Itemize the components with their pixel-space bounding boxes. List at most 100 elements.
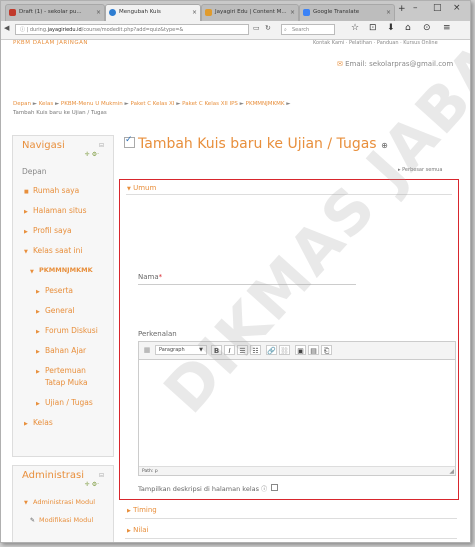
extension-icon[interactable]: ⊙ <box>423 23 431 33</box>
link-button[interactable]: 🔗 <box>266 345 277 355</box>
italic-button[interactable]: I <box>224 345 235 355</box>
admin-item-edit-settings[interactable]: ✎ Modifikasi Modul <box>13 510 113 528</box>
nav-item-kelas-saat-ini[interactable]: ▼ Kelas saat ini <box>13 242 113 262</box>
nav-item-profil-saya[interactable]: ▶ Profil saya <box>13 222 113 242</box>
breadcrumb-item[interactable]: Paket C Kelas XII IPS <box>182 101 238 107</box>
email-link[interactable]: ✉ Email: sekolarpras@gmail.com <box>337 60 453 68</box>
block-actions-icon[interactable]: ✛ ⚙· <box>13 481 113 488</box>
toolbar-toggle-icon[interactable]: ▦ <box>142 345 152 355</box>
close-icon[interactable]: × <box>192 5 197 20</box>
breadcrumb-item[interactable]: PKMMNJMKMK <box>246 101 285 107</box>
site-name[interactable]: PKBM DALAM JARINGAN <box>13 40 88 46</box>
quiz-icon <box>124 135 135 148</box>
expand-arrow-icon: ▶ <box>36 349 40 355</box>
help-icon[interactable]: ⓘ <box>261 486 267 493</box>
close-window-button[interactable]: × <box>453 3 461 13</box>
tab-jayagiri[interactable]: Jayagiri Edu | Content M... × <box>201 4 299 21</box>
breadcrumb-item[interactable]: Paket C Kelas XI <box>131 101 175 107</box>
collapse-arrow-icon: ▼ <box>24 500 28 506</box>
nav-item-halaman-situs[interactable]: ▶ Halaman situs <box>13 202 113 222</box>
unlink-button[interactable]: ⛓ <box>279 345 290 355</box>
site-contact-links[interactable]: Kontak Kami · Pelatihan · Panduan · Kurs… <box>313 40 438 46</box>
nav-item-peserta[interactable]: ▶ Peserta <box>13 282 113 302</box>
media-button[interactable]: ▤ <box>308 345 319 355</box>
file-button[interactable]: ⎗ <box>321 345 332 355</box>
expand-arrow-icon: ▶ <box>24 421 28 427</box>
tab-mengubah-kuis[interactable]: Mengubah Kuis × <box>105 4 201 21</box>
menu-icon[interactable]: ≡ <box>443 23 451 33</box>
bookmark-star-icon[interactable]: ☆ <box>351 23 359 33</box>
navigation-tree: Depan ■ Rumah saya ▶ Halaman situs ▶ Profil… <box>13 158 113 434</box>
page-content: PKBM DALAM JARINGAN Kontak Kami · Pelati… <box>1 1 470 542</box>
help-icon[interactable]: ⊕ <box>381 141 388 150</box>
breadcrumb-item[interactable]: Depan <box>13 101 31 107</box>
close-icon[interactable]: × <box>96 5 101 20</box>
nav-item-forum-diskusi[interactable]: ▶ Forum Diskusi <box>13 322 113 342</box>
resize-handle-icon[interactable]: ◢ <box>449 468 454 475</box>
nav-item-course[interactable]: ▼ PKMMNJMKMK <box>13 262 113 282</box>
site-header: PKBM DALAM JARINGAN Kontak Kami · Pelati… <box>1 40 470 52</box>
breadcrumb-item[interactable]: Kelas <box>39 101 53 107</box>
browser-window: Draft (1) - sekolar pu... × Mengubah Kui… <box>0 0 471 543</box>
collapse-arrow-icon: ▼ <box>24 249 28 255</box>
editor-toolbar: ▦ Paragraph ▼ B I ☰ ☷ 🔗 ⛓ ▣ ▤ ⎗ <box>139 342 455 360</box>
expand-arrow-icon: ▶ <box>36 369 40 375</box>
nav-item-bahan-ajar[interactable]: ▶ Bahan Ajar <box>13 342 113 362</box>
breadcrumb-item[interactable]: PKBM-Menu U Mukmin <box>61 101 123 107</box>
block-actions-icon[interactable]: ✛ ⚙· <box>13 151 113 158</box>
required-icon: * <box>158 273 163 281</box>
administration-tree: ▼ Administrasi Modul ✎ Modifikasi Modul <box>13 488 113 528</box>
reader-icon[interactable]: ▭ <box>253 24 260 32</box>
show-description-checkbox[interactable] <box>271 484 279 491</box>
tab-draft[interactable]: Draft (1) - sekolar pu... × <box>5 4 105 21</box>
nav-item-depan[interactable]: Depan <box>13 158 113 181</box>
grade-section-toggle[interactable]: ▶ Nilai <box>127 526 148 534</box>
gmail-icon <box>9 9 16 16</box>
nav-item-pertemuan[interactable]: ▶ Pertemuan <box>13 362 113 377</box>
timing-section-toggle[interactable]: ▶ Timing <box>127 506 157 514</box>
nav-item-general[interactable]: ▶ General <box>13 302 113 322</box>
bullet-list-button[interactable]: ☰ <box>237 345 248 355</box>
new-tab-button[interactable]: + <box>398 4 406 14</box>
expand-arrow-icon: ▶ <box>36 329 40 335</box>
minimize-button[interactable]: – <box>413 3 418 13</box>
administration-block: Administrasi ⊟ ✛ ⚙· ▼ Administrasi Modul … <box>12 465 114 542</box>
dock-icon[interactable]: ⊟ <box>99 142 104 149</box>
image-button[interactable]: ▣ <box>295 345 306 355</box>
divider <box>125 538 457 539</box>
close-icon[interactable]: × <box>386 5 391 20</box>
url-field[interactable]: ⓘ | during.jayagiriedu.id/course/modedit… <box>15 24 249 35</box>
bold-button[interactable]: B <box>211 345 222 355</box>
nav-item-rumah-saya[interactable]: ■ Rumah saya <box>13 181 113 202</box>
general-section-toggle[interactable]: ▼ Umum <box>127 184 156 192</box>
numbered-list-button[interactable]: ☷ <box>250 345 261 355</box>
download-icon[interactable]: ⬇ <box>387 23 395 33</box>
expand-all-link[interactable]: ▸ Perbesar semua <box>398 167 442 173</box>
admin-item-module[interactable]: ▼ Administrasi Modul <box>13 488 113 510</box>
dock-icon[interactable]: ⊟ <box>99 472 104 479</box>
expand-arrow-icon: ▶ <box>24 229 28 235</box>
tab-google-translate[interactable]: Google Translate × <box>299 4 395 21</box>
back-icon[interactable]: ◀ <box>4 24 9 32</box>
maximize-button[interactable]: □ <box>433 3 442 13</box>
nav-item-ujian-tugas[interactable]: ▶ Ujian / Tugas <box>13 394 113 414</box>
show-description-row: Tampilkan deskripsi di halaman kelas ⓘ <box>138 484 279 493</box>
breadcrumb-current: Tambah Kuis baru ke Ujian / Tugas <box>13 110 107 116</box>
nav-item-kelas[interactable]: ▶ Kelas <box>13 414 113 434</box>
search-input[interactable]: ⌕ Search <box>281 24 335 35</box>
expand-arrow-icon: ▶ <box>36 401 40 407</box>
search-icon: ⌕ <box>284 27 287 33</box>
page-title: Tambah Kuis baru ke Ujian / Tugas ⊕ <box>124 135 388 152</box>
general-section: ▼ Umum Nama* Perkenalan ▦ Paragraph ▼ B I… <box>119 179 459 500</box>
home-icon[interactable]: ⌂ <box>405 23 411 33</box>
description-editor[interactable]: ▦ Paragraph ▼ B I ☰ ☷ 🔗 ⛓ ▣ ▤ ⎗ Path: p ◢ <box>138 341 456 476</box>
translate-icon <box>303 9 310 16</box>
close-icon[interactable]: × <box>290 5 295 20</box>
expand-arrow-icon: ▶ <box>24 209 28 215</box>
library-icon[interactable]: ⊡ <box>369 23 377 33</box>
moodle-icon <box>109 9 116 16</box>
nav-item-tatap-muka[interactable]: Tatap Muka <box>13 377 113 394</box>
bullet-icon: ■ <box>24 189 29 195</box>
reload-icon[interactable]: ↻ <box>265 24 271 32</box>
format-select[interactable]: Paragraph ▼ <box>155 345 207 355</box>
